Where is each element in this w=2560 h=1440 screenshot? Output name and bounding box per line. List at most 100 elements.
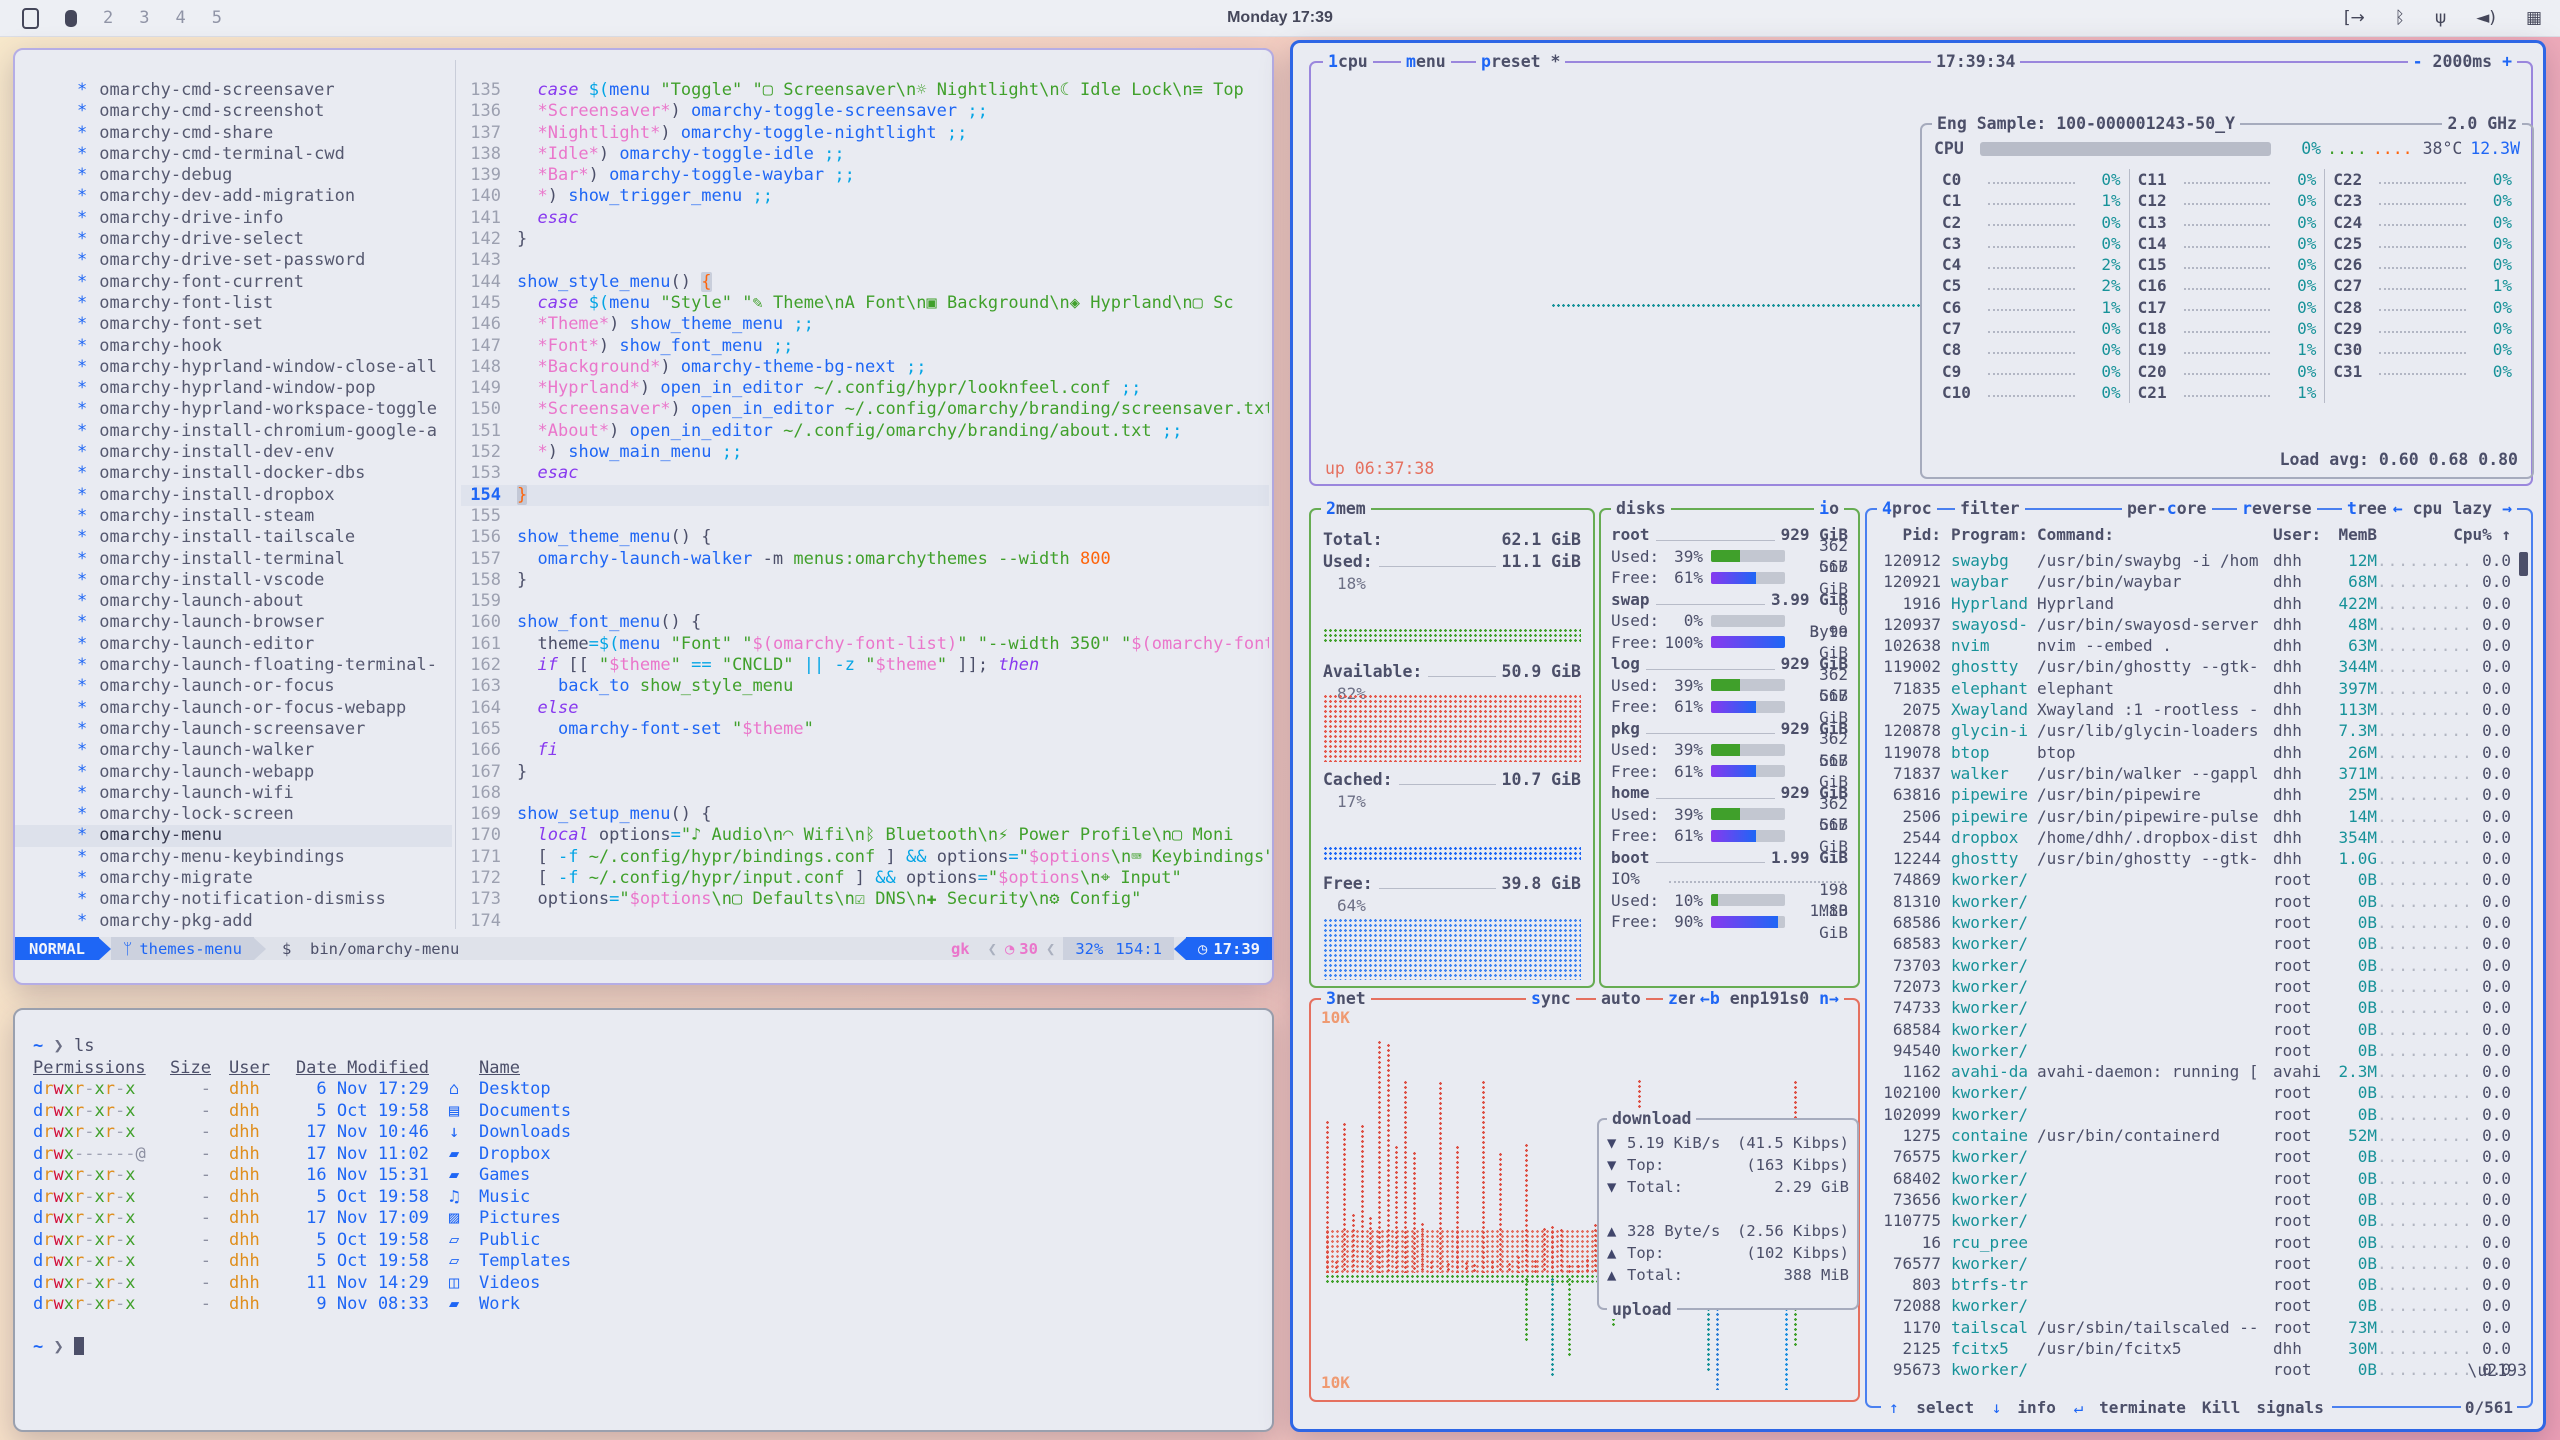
- process-row[interactable]: 1275containe/usr/bin/containerdroot52M..…: [1867, 1125, 2517, 1146]
- process-row[interactable]: 73703kworker/root0B..........0.0: [1867, 955, 2517, 976]
- process-row[interactable]: 1170tailscal/usr/sbin/tailscaled --root7…: [1867, 1317, 2517, 1338]
- file-item[interactable]: *omarchy-launch-editor: [15, 634, 452, 655]
- process-row[interactable]: 68584kworker/root0B..........0.0: [1867, 1019, 2517, 1040]
- filter-button[interactable]: filter: [1955, 499, 2025, 518]
- process-row[interactable]: 1162avahi-daavahi-daemon: running [avahi…: [1867, 1061, 2517, 1082]
- process-row[interactable]: 2075XwaylandXwayland :1 -rootless -dhh11…: [1867, 699, 2517, 720]
- window-btop[interactable]: 1cpu menu preset * 17:39:34 - 2000ms + E…: [1290, 40, 2546, 1432]
- volume-icon[interactable]: ◄): [2476, 8, 2496, 28]
- file-item[interactable]: *omarchy-hyprland-window-close-all: [15, 357, 452, 378]
- process-row[interactable]: 74869kworker/root0B..........0.0: [1867, 869, 2517, 890]
- workspace-3[interactable]: 3: [139, 8, 149, 28]
- file-item[interactable]: *omarchy-notification-dismiss: [15, 889, 452, 910]
- process-row[interactable]: 1916HyprlandHyprlanddhh422M..........0.0: [1867, 593, 2517, 614]
- file-item[interactable]: *omarchy-drive-info: [15, 208, 452, 229]
- file-item[interactable]: *omarchy-launch-or-focus: [15, 676, 452, 697]
- logout-icon[interactable]: [→: [2344, 8, 2365, 28]
- proc-sort-nav[interactable]: ← cpu lazy →: [2388, 499, 2517, 518]
- file-item[interactable]: *omarchy-debug: [15, 165, 452, 186]
- file-item[interactable]: *omarchy-install-dropbox: [15, 485, 452, 506]
- file-item[interactable]: *omarchy-font-list: [15, 293, 452, 314]
- workspace-active-indicator[interactable]: [65, 10, 77, 27]
- process-row[interactable]: 120937swayosd-/usr/bin/swayosd-serverdhh…: [1867, 614, 2517, 635]
- tree-button[interactable]: tree: [2342, 499, 2392, 518]
- process-row[interactable]: 76575kworker/root0B..........0.0: [1867, 1146, 2517, 1167]
- file-item[interactable]: *omarchy-install-steam: [15, 506, 452, 527]
- process-row[interactable]: 2125fcitx5/usr/bin/fcitx5dhh30M.........…: [1867, 1338, 2517, 1359]
- workspace-4[interactable]: 4: [176, 8, 186, 28]
- file-item[interactable]: *omarchy-menu-keybindings: [15, 847, 452, 868]
- process-row[interactable]: 110775kworker/root0B..........0.0: [1867, 1210, 2517, 1231]
- menu-button[interactable]: menu: [1401, 52, 1451, 71]
- file-item[interactable]: *omarchy-install-terminal: [15, 549, 452, 570]
- file-item[interactable]: *omarchy-font-set: [15, 314, 452, 335]
- file-item[interactable]: *omarchy-drive-set-password: [15, 250, 452, 271]
- file-item[interactable]: *omarchy-install-chromium-google-a: [15, 421, 452, 442]
- process-row[interactable]: 68583kworker/root0B..........0.0: [1867, 933, 2517, 954]
- file-item[interactable]: *omarchy-install-tailscale: [15, 527, 452, 548]
- process-row[interactable]: 119078btopbtopdhh26M..........0.0: [1867, 742, 2517, 763]
- process-row[interactable]: 119002ghostty/usr/bin/ghostty --gtk-dhh3…: [1867, 656, 2517, 677]
- process-row[interactable]: 68586kworker/root0B..........0.0: [1867, 912, 2517, 933]
- auto-tab[interactable]: auto: [1596, 989, 1646, 1008]
- workspace-5[interactable]: 5: [212, 8, 222, 28]
- kill-button[interactable]: Kill: [2194, 1398, 2249, 1417]
- scroll-down-icon[interactable]: \u2193: [2467, 1361, 2527, 1380]
- process-row[interactable]: 72073kworker/root0B..........0.0: [1867, 976, 2517, 997]
- file-item[interactable]: *omarchy-pkg-add: [15, 911, 452, 932]
- file-item[interactable]: *omarchy-cmd-terminal-cwd: [15, 144, 452, 165]
- code-editor[interactable]: 135 case $(menu "Toggle" "▢ Screensaver\…: [461, 50, 1269, 933]
- file-item[interactable]: *omarchy-install-vscode: [15, 570, 452, 591]
- process-row[interactable]: 95673kworker/root0B..........0.0: [1867, 1359, 2517, 1380]
- process-row[interactable]: 102100kworker/root0B..........0.0: [1867, 1082, 2517, 1103]
- preset-button[interactable]: preset *: [1476, 52, 1565, 71]
- file-list[interactable]: *omarchy-cmd-screensaver*omarchy-cmd-scr…: [15, 50, 452, 933]
- window-terminal[interactable]: ~ ❯ lsPermissionsSizeUserDate ModifiedNa…: [13, 1008, 1274, 1432]
- window-neovim[interactable]: *omarchy-cmd-screensaver*omarchy-cmd-scr…: [13, 48, 1274, 985]
- sync-tab[interactable]: sync: [1526, 989, 1576, 1008]
- file-item[interactable]: *omarchy-launch-or-focus-webapp: [15, 698, 452, 719]
- file-item[interactable]: *omarchy-launch-walker: [15, 740, 452, 761]
- network-icon[interactable]: ψ: [2435, 8, 2446, 28]
- io-tab[interactable]: io: [1814, 499, 1844, 518]
- process-row[interactable]: 16rcu_preeroot0B..........0.0: [1867, 1232, 2517, 1253]
- file-item[interactable]: *omarchy-font-current: [15, 272, 452, 293]
- process-row[interactable]: 120878glycin-i/usr/lib/glycin-loadersdhh…: [1867, 720, 2517, 741]
- file-item[interactable]: *omarchy-lock-screen: [15, 804, 452, 825]
- process-list[interactable]: 120912swaybg/usr/bin/swaybg -i /homdhh12…: [1867, 550, 2517, 1381]
- select-buttons[interactable]: ↑ select ↓: [1881, 1398, 2009, 1417]
- process-row[interactable]: 803btrfs-trroot0B..........0.0: [1867, 1274, 2517, 1295]
- file-item[interactable]: *omarchy-hyprland-workspace-toggle: [15, 399, 452, 420]
- process-row[interactable]: 68402kworker/root0B..........0.0: [1867, 1168, 2517, 1189]
- file-item[interactable]: *omarchy-launch-about: [15, 591, 452, 612]
- file-item[interactable]: *omarchy-cmd-share: [15, 123, 452, 144]
- file-item[interactable]: *omarchy-launch-wifi: [15, 783, 452, 804]
- file-item[interactable]: *omarchy-launch-floating-terminal-: [15, 655, 452, 676]
- process-row[interactable]: 2544dropbox/home/dhh/.dropbox-distdhh354…: [1867, 827, 2517, 848]
- process-row[interactable]: 120912swaybg/usr/bin/swaybg -i /homdhh12…: [1867, 550, 2517, 571]
- file-item[interactable]: *omarchy-cmd-screenshot: [15, 101, 452, 122]
- process-row[interactable]: 76577kworker/root0B..........0.0: [1867, 1253, 2517, 1274]
- process-row[interactable]: 72088kworker/root0B..........0.0: [1867, 1295, 2517, 1316]
- file-item[interactable]: *omarchy-migrate: [15, 868, 452, 889]
- process-row[interactable]: 12244ghostty/usr/bin/ghostty --gtk-dhh1.…: [1867, 848, 2517, 869]
- file-item[interactable]: *omarchy-dev-add-migration: [15, 186, 452, 207]
- process-row[interactable]: 63816pipewire/usr/bin/pipewiredhh25M....…: [1867, 784, 2517, 805]
- file-item[interactable]: *omarchy-drive-select: [15, 229, 452, 250]
- process-row[interactable]: 74733kworker/root0B..........0.0: [1867, 997, 2517, 1018]
- info-button[interactable]: info ↵: [2009, 1398, 2091, 1417]
- process-row[interactable]: 2506pipewire/usr/bin/pipewire-pulsedhh14…: [1867, 806, 2517, 827]
- process-row[interactable]: 94540kworker/root0B..........0.0: [1867, 1040, 2517, 1061]
- file-item[interactable]: *omarchy-install-docker-dbs: [15, 463, 452, 484]
- proc-scrollbar[interactable]: [2519, 552, 2528, 576]
- reverse-button[interactable]: reverse: [2237, 499, 2317, 518]
- process-row[interactable]: 81310kworker/root0B..........0.0: [1867, 891, 2517, 912]
- process-row[interactable]: 71837walker/usr/bin/walker --gappldhh371…: [1867, 763, 2517, 784]
- file-item[interactable]: *omarchy-launch-screensaver: [15, 719, 452, 740]
- terminate-button[interactable]: terminate: [2091, 1398, 2194, 1417]
- signals-button[interactable]: signals: [2248, 1398, 2331, 1417]
- file-item[interactable]: *omarchy-hook: [15, 336, 452, 357]
- process-row[interactable]: 102638nvimnvim --embed .dhh63M..........…: [1867, 635, 2517, 656]
- window-icon[interactable]: [22, 8, 39, 29]
- bluetooth-icon[interactable]: ᛒ: [2395, 8, 2405, 28]
